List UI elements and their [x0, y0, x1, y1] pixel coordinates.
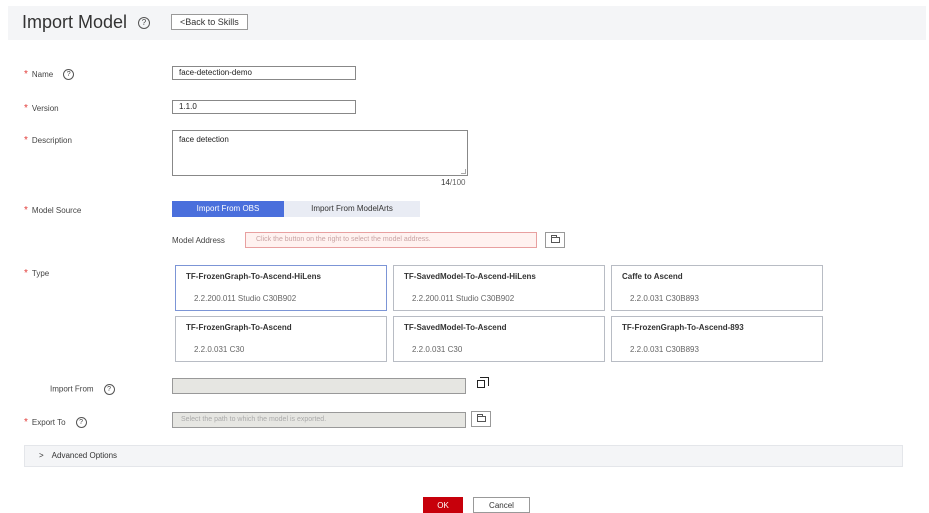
- help-icon[interactable]: ?: [103, 384, 115, 395]
- type-card-title: Caffe to Ascend: [622, 272, 683, 281]
- model-address-label: Model Address: [172, 236, 225, 245]
- required-mark: *: [24, 417, 28, 428]
- type-card-meta: 2.2.0.031 C30B893: [630, 345, 699, 354]
- model-address-input[interactable]: Click the button on the right to select …: [245, 232, 537, 248]
- import-from-input[interactable]: [172, 378, 466, 394]
- browse-model-address-button[interactable]: [545, 232, 565, 248]
- version-label: * Version: [24, 103, 59, 114]
- type-card[interactable]: TF-SavedModel-To-Ascend-HiLens 2.2.200.0…: [393, 265, 605, 311]
- model-source-label: * Model Source: [24, 205, 82, 216]
- char-counter: 14/100: [441, 178, 466, 187]
- required-mark: *: [24, 69, 28, 80]
- page-title: Import Model: [22, 12, 128, 32]
- description-textarea[interactable]: face detection: [172, 130, 468, 176]
- type-card[interactable]: TF-FrozenGraph-To-Ascend-HiLens 2.2.200.…: [175, 265, 387, 311]
- advanced-options-toggle[interactable]: > Advanced Options: [24, 445, 903, 467]
- help-icon[interactable]: ?: [75, 417, 87, 429]
- browse-export-path-button[interactable]: [471, 411, 491, 427]
- copy-icon: [477, 377, 489, 388]
- folder-icon: [551, 235, 560, 243]
- type-card-meta: 2.2.0.031 C30: [194, 345, 245, 354]
- type-label: * Type: [24, 268, 50, 279]
- type-card[interactable]: TF-FrozenGraph-To-Ascend 2.2.0.031 C30: [175, 316, 387, 362]
- type-card[interactable]: Caffe to Ascend 2.2.0.031 C30B893: [611, 265, 823, 311]
- ok-button[interactable]: OK: [423, 497, 463, 513]
- type-card-title: TF-FrozenGraph-To-Ascend-893: [622, 323, 744, 332]
- cancel-button[interactable]: Cancel: [473, 497, 530, 513]
- required-mark: *: [24, 135, 28, 146]
- description-text: face detection: [179, 135, 229, 144]
- type-card-meta: 2.2.0.031 C30B893: [630, 294, 699, 303]
- export-to-label: * Export To?: [24, 417, 87, 429]
- page-header: Import Model ? <Back to Skills: [8, 6, 926, 40]
- copy-button[interactable]: [472, 377, 490, 394]
- description-label: * Description: [24, 135, 72, 146]
- export-to-input[interactable]: Select the path to which the model is ex…: [172, 412, 466, 428]
- name-input[interactable]: face-detection-demo: [172, 66, 356, 80]
- required-mark: *: [24, 268, 28, 279]
- help-icon[interactable]: ?: [138, 17, 150, 29]
- name-label: * Name?: [24, 69, 75, 81]
- folder-icon: [477, 414, 486, 422]
- type-card-title: TF-SavedModel-To-Ascend-HiLens: [404, 272, 536, 281]
- required-mark: *: [24, 205, 28, 216]
- required-mark: *: [24, 103, 28, 114]
- type-card-meta: 2.2.0.031 C30: [412, 345, 463, 354]
- resize-handle[interactable]: [461, 169, 466, 174]
- type-card-title: TF-SavedModel-To-Ascend: [404, 323, 507, 332]
- type-card-meta: 2.2.200.011 Studio C30B902: [412, 294, 515, 303]
- back-to-skills-button[interactable]: <Back to Skills: [171, 14, 248, 30]
- type-card-title: TF-FrozenGraph-To-Ascend-HiLens: [186, 272, 321, 281]
- type-card[interactable]: TF-SavedModel-To-Ascend 2.2.0.031 C30: [393, 316, 605, 362]
- help-icon[interactable]: ?: [63, 69, 75, 81]
- tab-import-from-modelarts[interactable]: Import From ModelArts: [284, 201, 420, 217]
- type-card-title: TF-FrozenGraph-To-Ascend: [186, 323, 292, 332]
- type-card[interactable]: TF-FrozenGraph-To-Ascend-893 2.2.0.031 C…: [611, 316, 823, 362]
- chevron-right-icon: >: [39, 451, 44, 460]
- model-source-tabs: Import From OBS Import From ModelArts: [172, 201, 420, 217]
- type-card-meta: 2.2.200.011 Studio C30B902: [194, 294, 297, 303]
- tab-import-from-obs[interactable]: Import From OBS: [172, 201, 284, 217]
- version-input[interactable]: 1.1.0: [172, 100, 356, 114]
- import-from-label: Import From?: [50, 384, 115, 395]
